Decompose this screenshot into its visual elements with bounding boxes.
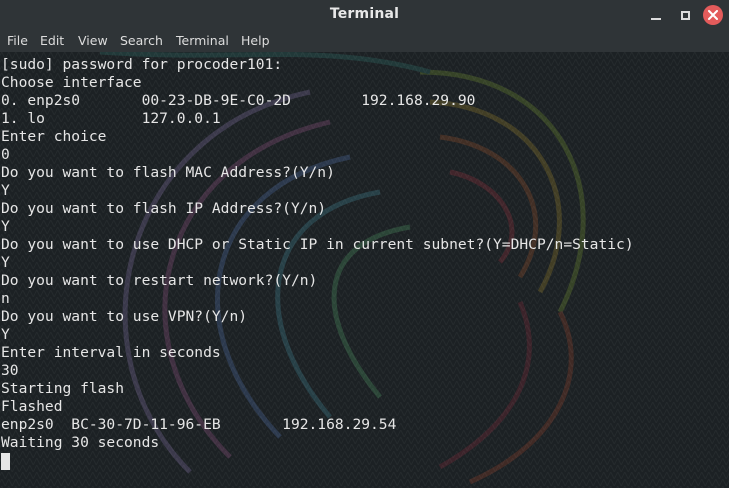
terminal-line: Choose interface — [1, 74, 142, 91]
terminal-line: Do you want to use VPN?(Y/n) — [1, 308, 248, 325]
terminal-line: Y — [1, 182, 10, 199]
terminal-line: Enter interval in seconds — [1, 344, 221, 361]
menu-bar: File Edit View Search Terminal Help — [0, 30, 729, 52]
terminal-window: Terminal File Edit View Search Terminal … — [0, 0, 729, 488]
menu-terminal[interactable]: Terminal — [176, 33, 229, 48]
terminal-line: 0 — [1, 146, 10, 163]
terminal-text: [sudo] password for procoder101: Choose i… — [1, 56, 634, 452]
minimize-icon — [651, 18, 661, 20]
close-icon — [708, 10, 718, 20]
terminal-line: Waiting 30 seconds — [1, 434, 160, 451]
terminal-line: Y — [1, 218, 10, 235]
terminal-line: Y — [1, 326, 10, 343]
menu-view[interactable]: View — [78, 33, 108, 48]
menu-search[interactable]: Search — [120, 33, 163, 48]
terminal-line: Flashed — [1, 398, 63, 415]
terminal-line: Starting flash — [1, 380, 125, 397]
terminal-line: n — [1, 290, 10, 307]
title-bar[interactable]: Terminal — [0, 0, 729, 30]
terminal-line: Y — [1, 254, 10, 271]
menu-file[interactable]: File — [7, 33, 28, 48]
terminal-cursor — [1, 453, 10, 470]
terminal-line: enp2s0 BC-30-7D-11-96-EB 192.168.29.54 — [1, 416, 397, 433]
terminal-output-area[interactable]: [sudo] password for procoder101: Choose i… — [0, 52, 729, 488]
terminal-line: 0. enp2s0 00-23-DB-9E-C0-2D 192.168.29.9… — [1, 92, 476, 109]
minimize-button[interactable] — [646, 5, 666, 25]
terminal-line: Do you want to flash MAC Address?(Y/n) — [1, 164, 335, 181]
terminal-line: Do you want to use DHCP or Static IP in … — [1, 236, 634, 253]
terminal-line: 30 — [1, 362, 19, 379]
terminal-line: [sudo] password for procoder101: — [1, 56, 283, 73]
close-button[interactable] — [703, 5, 723, 25]
menu-help[interactable]: Help — [241, 33, 270, 48]
terminal-line: Do you want to flash IP Address?(Y/n) — [1, 200, 327, 217]
maximize-button[interactable] — [675, 5, 695, 25]
terminal-line: Enter choice — [1, 128, 107, 145]
terminal-line: 1. lo 127.0.0.1 — [1, 110, 221, 127]
menu-edit[interactable]: Edit — [40, 33, 64, 48]
window-title: Terminal — [329, 6, 400, 22]
maximize-icon — [680, 10, 690, 20]
terminal-line: Do you want to restart network?(Y/n) — [1, 272, 318, 289]
